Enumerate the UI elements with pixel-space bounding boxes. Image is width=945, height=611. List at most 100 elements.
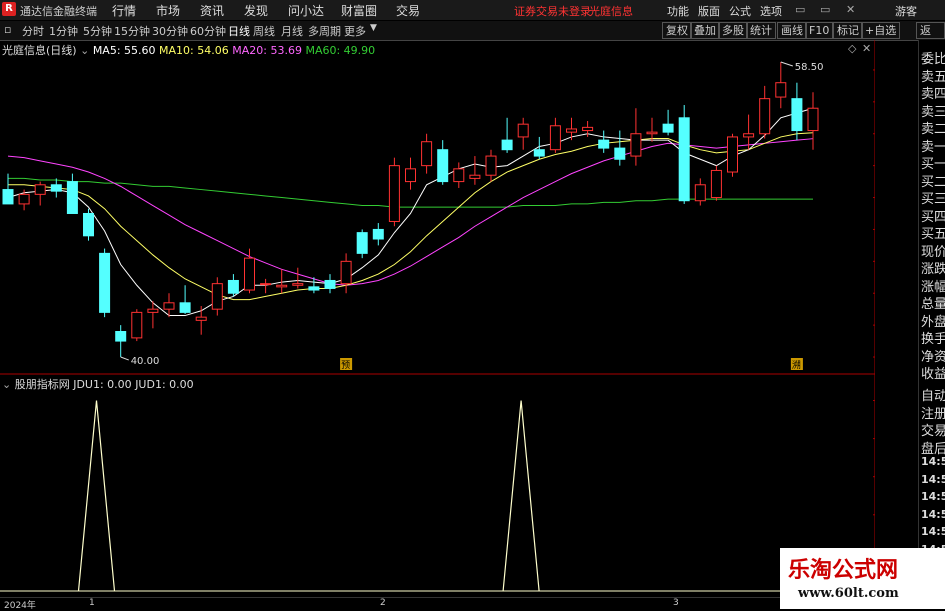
sidebar-item[interactable]: 买三	[921, 188, 945, 207]
menu-discover[interactable]: 发现	[244, 2, 268, 19]
f10-button[interactable]: F10	[805, 22, 834, 39]
period-tab-weekly[interactable]: 周线	[253, 23, 275, 39]
menu-formula[interactable]: 公式	[729, 3, 751, 19]
sidebar-item[interactable]: 盘后	[921, 438, 945, 457]
close-icon[interactable]: ✕	[846, 3, 855, 16]
statistics-button[interactable]: 统计	[746, 22, 776, 39]
candle-body	[437, 149, 449, 183]
candle-body	[2, 189, 14, 205]
sidebar-item[interactable]: 买五	[921, 223, 945, 242]
period-tab-5min[interactable]: 5分钟	[83, 23, 112, 39]
chevron-down-icon[interactable]: ▼	[370, 23, 377, 33]
multi-stock-button[interactable]: 多股	[718, 22, 748, 39]
candlestick-chart[interactable]: 58.0056.0054.0052.0050.0048.0046.0044.00…	[0, 40, 875, 375]
sidebar-item[interactable]: 卖五	[921, 66, 945, 85]
period-tab-monthly[interactable]: 月线	[281, 23, 303, 39]
menu-news[interactable]: 资讯	[200, 2, 224, 19]
add-watchlist-button[interactable]: +自选	[861, 22, 901, 39]
back-button[interactable]: 返回	[916, 22, 945, 52]
square-icon[interactable]: ▫	[4, 23, 11, 36]
indicator-chart[interactable]: 1.000.800.600.400.200.47	[0, 375, 875, 597]
period-tab-multi[interactable]: 多周期	[308, 23, 341, 39]
sidebar-item[interactable]: 涨跌	[921, 258, 945, 277]
overlay-button[interactable]: 叠加	[690, 22, 720, 39]
menu-function[interactable]: 功能	[667, 3, 689, 19]
sidebar-item[interactable]: 自动	[921, 385, 945, 404]
candle-body	[517, 123, 529, 138]
period-tab-intraday[interactable]: 分时	[22, 23, 44, 39]
period-tab-more[interactable]: 更多	[344, 23, 366, 39]
sidebar-item[interactable]: 收益	[921, 363, 945, 382]
period-tab-1min[interactable]: 1分钟	[49, 23, 78, 39]
trade-login-notice[interactable]: 证券交易未登录	[514, 3, 591, 19]
candle-body	[18, 193, 30, 205]
mark-button[interactable]: 标记	[833, 22, 863, 39]
sidebar-item[interactable]: 14:56	[921, 473, 945, 486]
menu-wealth[interactable]: 财富圈	[341, 2, 377, 19]
sidebar-item[interactable]: 14:56	[921, 525, 945, 538]
sidebar-item[interactable]: 交易	[921, 420, 945, 439]
candle-body	[227, 279, 239, 294]
guest-label[interactable]: 游客	[895, 3, 917, 19]
adjust-button[interactable]: 复权	[662, 22, 692, 39]
sidebar-item[interactable]: 总量	[921, 293, 945, 312]
candle-body	[485, 155, 497, 176]
high-pointer	[780, 61, 793, 67]
period-toolbar: ▫ 分时 1分钟 5分钟 15分钟 30分钟 60分钟 日线 周线 月线 多周期…	[0, 21, 945, 52]
menu-markets[interactable]: 市场	[156, 2, 180, 19]
indicator-spike	[77, 400, 116, 592]
draw-line-button[interactable]: 画线	[777, 22, 807, 39]
candle-body	[340, 260, 352, 285]
period-tab-15min[interactable]: 15分钟	[114, 23, 150, 39]
restore-icon[interactable]: ▭	[820, 3, 830, 16]
sidebar-item[interactable]: 买四	[921, 206, 945, 225]
sidebar-item[interactable]: 卖四	[921, 83, 945, 102]
sidebar-item[interactable]: 卖三	[921, 101, 945, 120]
sidebar-item[interactable]: 委比	[921, 48, 945, 67]
candle-body	[533, 149, 545, 157]
sidebar-item[interactable]: 涨幅	[921, 276, 945, 295]
quote-sidebar: 委比 卖五 卖四 卖三 卖二 卖一 买一 买二 买三 买四 买五 现价 涨跌 涨幅 总量 外盘 换手 净资 收益自动…	[918, 40, 945, 609]
sidebar-item[interactable]: 净资	[921, 346, 945, 365]
sidebar-item[interactable]: 买一	[921, 153, 945, 172]
period-tab-daily[interactable]: 日线	[228, 23, 250, 39]
sidebar-item[interactable]: 换手	[921, 328, 945, 347]
sidebar-item[interactable]: 14:56	[921, 455, 945, 468]
candle-body	[163, 302, 175, 310]
sidebar-item[interactable]: 14:56	[921, 508, 945, 521]
candle-body	[292, 283, 304, 286]
sidebar-item[interactable]: 卖一	[921, 136, 945, 155]
candle-body	[83, 212, 94, 237]
period-tab-60min[interactable]: 60分钟	[190, 23, 226, 39]
menu-market[interactable]: 行情	[112, 2, 136, 19]
candle-body	[50, 184, 62, 192]
candle-body	[195, 316, 207, 321]
sidebar-item[interactable]: 外盘	[921, 311, 945, 330]
candle-body	[115, 331, 127, 342]
candle-body	[276, 284, 288, 288]
sidebar-item[interactable]: 注册	[921, 403, 945, 422]
candle-body	[388, 165, 400, 222]
watermark-logo: 乐淘公式网 www.60lt.com	[780, 548, 945, 609]
title-bar: R 通达信金融终端 行情 市场 资讯 发现 问小达 财富圈 交易 证券交易未登录…	[0, 0, 945, 20]
menu-options[interactable]: 选项	[760, 3, 782, 19]
menu-trade[interactable]: 交易	[396, 2, 420, 19]
month-label: 1	[89, 598, 95, 608]
minimize-icon[interactable]: ▭	[795, 3, 805, 16]
candle-body	[372, 228, 384, 240]
candle-body	[694, 184, 706, 202]
candle-body	[710, 169, 722, 199]
ma5-line	[7, 107, 814, 317]
candle-body	[614, 147, 626, 160]
candle-body	[566, 128, 577, 133]
candle-body	[678, 117, 690, 202]
sidebar-item[interactable]: 卖二	[921, 118, 945, 137]
sidebar-item[interactable]: 现价	[921, 241, 945, 260]
sidebar-item[interactable]: 14:56	[921, 490, 945, 503]
candle-body	[549, 125, 561, 151]
menu-ask[interactable]: 问小达	[288, 2, 324, 19]
menu-layout[interactable]: 版面	[698, 3, 720, 19]
month-label: 3	[673, 598, 679, 608]
period-tab-30min[interactable]: 30分钟	[152, 23, 188, 39]
sidebar-item[interactable]: 买二	[921, 171, 945, 190]
